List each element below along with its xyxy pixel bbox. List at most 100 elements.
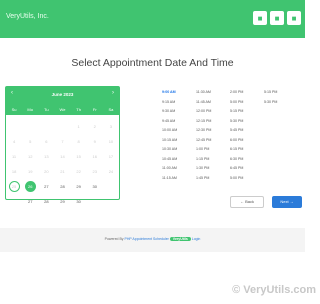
powered-prefix: Powered By xyxy=(104,237,124,241)
time-slot[interactable]: 11:00 AM xyxy=(162,164,192,174)
header-button-2[interactable]: ■ xyxy=(270,11,284,25)
time-slot[interactable]: 2:00 PM xyxy=(230,88,260,98)
vendor-badge[interactable]: VeryUtils xyxy=(169,237,191,241)
calendar-day-number: 24 xyxy=(108,169,114,174)
next-month-icon[interactable]: › xyxy=(112,90,114,96)
calendar-day[interactable]: 25 xyxy=(6,179,22,194)
calendar-day-number: 5 xyxy=(29,139,32,144)
time-slot[interactable]: 9:15 AM xyxy=(162,98,192,108)
time-slot[interactable]: 5:00 PM xyxy=(230,98,260,108)
calendar-day[interactable]: 27 xyxy=(22,194,38,209)
time-slot-empty xyxy=(264,107,294,117)
time-slot[interactable]: 5:15 PM xyxy=(264,88,294,98)
watermark: © VeryUtils.com xyxy=(232,284,316,296)
top-bar: VeryUtils, Inc. ■ ■ ■ xyxy=(0,0,305,38)
calendar-day: 14 xyxy=(54,149,70,164)
calendar-day: 17 xyxy=(103,149,119,164)
time-slot[interactable]: 9:30 AM xyxy=(162,107,192,117)
calendar-day: 2 xyxy=(87,119,103,134)
time-slot-empty xyxy=(264,136,294,146)
calendar-empty-cell xyxy=(6,194,22,209)
calendar-day-number: 2 xyxy=(93,124,96,129)
time-slot[interactable]: 6:15 PM xyxy=(230,145,260,155)
time-slot[interactable]: 9:45 AM xyxy=(162,117,192,127)
product-link[interactable]: PHP Appointment Scheduler xyxy=(125,237,169,241)
calendar-day[interactable]: 28 xyxy=(38,194,54,209)
calendar-day: 9 xyxy=(87,134,103,149)
time-slot[interactable]: 5:30 PM xyxy=(264,98,294,108)
calendar-day[interactable]: 26 xyxy=(22,179,38,194)
time-slot[interactable]: 6:00 PM xyxy=(230,136,260,146)
calendar-day-number: 30 xyxy=(92,184,97,189)
time-slot[interactable]: 9:00 AM xyxy=(162,88,192,98)
next-button[interactable]: Next → xyxy=(272,196,302,208)
calendar-day[interactable]: 27 xyxy=(38,179,54,194)
time-slot[interactable]: 11:45 AM xyxy=(196,98,226,108)
time-slot[interactable]: 11:30 AM xyxy=(196,88,226,98)
back-button[interactable]: ← Back xyxy=(230,196,264,208)
calendar-day: 20 xyxy=(38,164,54,179)
time-slot[interactable]: 11:15 AM xyxy=(162,174,192,184)
page-title: Select Appointment Date And Time xyxy=(71,57,234,69)
calendar-day-number: 8 xyxy=(77,139,80,144)
time-slot[interactable]: 1:45 PM xyxy=(196,174,226,184)
calendar-day: 8 xyxy=(71,134,87,149)
calendar-day-number: 9 xyxy=(93,139,96,144)
calendar-day-number: 28 xyxy=(60,184,65,189)
calendar-day: 19 xyxy=(22,164,38,179)
time-slot[interactable]: 5:30 PM xyxy=(230,117,260,127)
calendar-day-number: 26 xyxy=(24,181,36,192)
calendar-day-number: 17 xyxy=(108,154,114,159)
calendar-day-number: 13 xyxy=(44,154,49,159)
header-button-3[interactable]: ■ xyxy=(287,11,301,25)
calendar-day[interactable]: 30 xyxy=(87,179,103,194)
time-slot[interactable]: 10:45 AM xyxy=(162,155,192,165)
calendar-day[interactable]: 29 xyxy=(54,194,70,209)
time-slot[interactable]: 1:15 PM xyxy=(196,155,226,165)
calendar-day: 18 xyxy=(6,164,22,179)
time-slot-empty xyxy=(264,145,294,155)
weekday-label: Th xyxy=(76,107,81,112)
time-slot[interactable]: 5:45 PM xyxy=(230,126,260,136)
calendar-empty-cell xyxy=(87,194,103,209)
calendar-day[interactable]: 28 xyxy=(54,179,70,194)
calendar-day[interactable]: 29 xyxy=(71,179,87,194)
calendar-day-number: 15 xyxy=(76,154,81,159)
calendar-day: 7 xyxy=(54,134,70,149)
time-slot[interactable]: 10:00 AM xyxy=(162,126,192,136)
header-button-1[interactable]: ■ xyxy=(253,11,267,25)
time-slot[interactable]: 12:45 PM xyxy=(196,136,226,146)
calendar-empty-cell xyxy=(6,119,22,134)
time-slot-empty xyxy=(264,117,294,127)
calendar-day-number: 19 xyxy=(27,169,33,174)
calendar-day[interactable]: 30 xyxy=(71,194,87,209)
time-slot[interactable]: 12:00 PM xyxy=(196,107,226,117)
calendar-day-number: 27 xyxy=(27,199,33,204)
time-slot[interactable]: 6:30 PM xyxy=(230,155,260,165)
calendar-day: 1 xyxy=(71,119,87,134)
login-link[interactable]: Login xyxy=(192,237,201,241)
calendar-day: 23 xyxy=(87,164,103,179)
calendar-day: 21 xyxy=(54,164,70,179)
calendar-day-number: 6 xyxy=(45,139,48,144)
time-slot-grid: 9:00 AM 11:30 AM 2:00 PM 5:15 PM 9:15 AM 11:4… xyxy=(162,88,294,183)
time-slot-empty xyxy=(264,174,294,184)
weekday-label: Sa xyxy=(108,107,114,112)
time-slot[interactable]: 12:30 PM xyxy=(196,126,226,136)
calendar-day: 22 xyxy=(71,164,87,179)
calendar-empty-cell xyxy=(38,119,54,134)
calendar-day: 15 xyxy=(71,149,87,164)
calendar-day-number: 7 xyxy=(61,139,64,144)
calendar-day-number: 25 xyxy=(8,181,20,192)
time-slot-empty xyxy=(264,155,294,165)
time-slot[interactable]: 1:00 PM xyxy=(196,145,226,155)
time-slot[interactable]: 5:00 PM xyxy=(230,174,260,184)
time-slot[interactable]: 6:45 PM xyxy=(230,164,260,174)
time-slot[interactable]: 10:15 AM xyxy=(162,136,192,146)
time-slot[interactable]: 12:15 PM xyxy=(196,117,226,127)
calendar-day: 10 xyxy=(103,134,119,149)
time-slot[interactable]: 1:30 PM xyxy=(196,164,226,174)
calendar-day-number: 21 xyxy=(60,169,65,174)
time-slot[interactable]: 5:15 PM xyxy=(230,107,260,117)
time-slot[interactable]: 10:30 AM xyxy=(162,145,192,155)
